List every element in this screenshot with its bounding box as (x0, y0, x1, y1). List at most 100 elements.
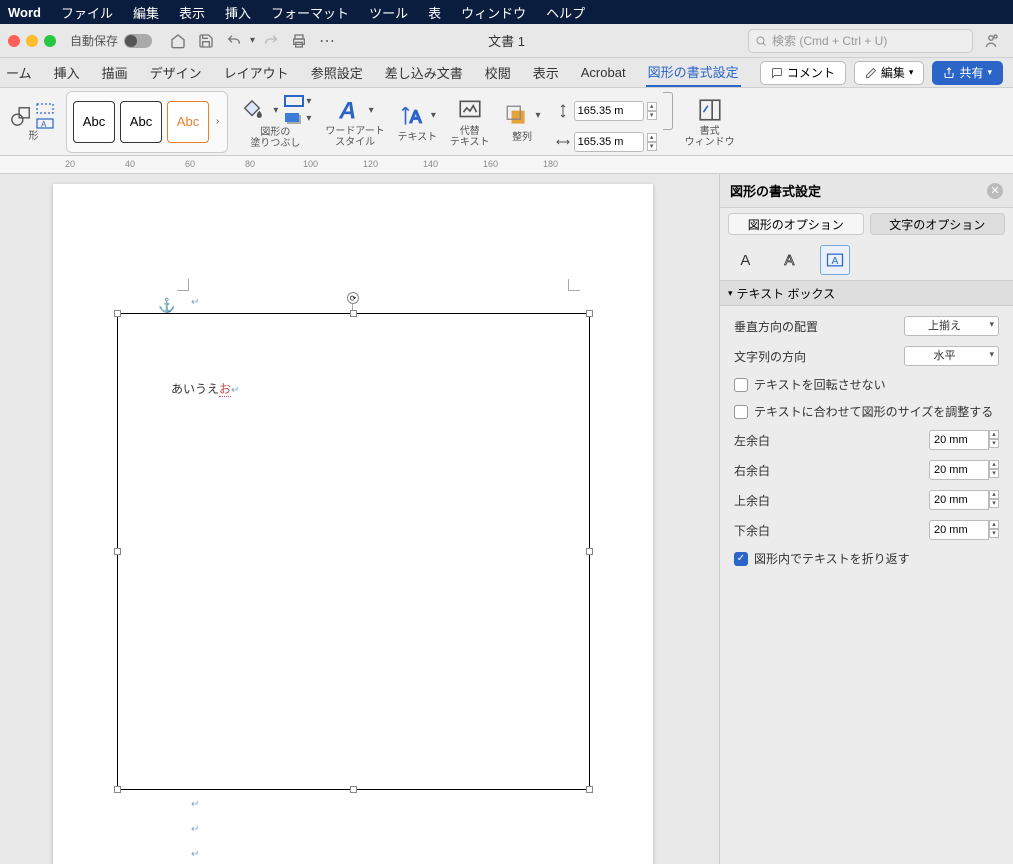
ml-up[interactable]: ▴ (989, 430, 999, 439)
resize-handle-bm[interactable] (350, 786, 357, 793)
resize-handle-ml[interactable] (114, 548, 121, 555)
more-icon[interactable]: ⋯ (318, 32, 336, 50)
menu-format[interactable]: フォーマット (271, 3, 349, 22)
size-lock[interactable] (663, 92, 673, 130)
pane-close-icon[interactable]: ✕ (987, 183, 1003, 199)
shapes-icon[interactable] (10, 102, 32, 130)
textbox-icon[interactable]: A (35, 117, 57, 130)
height-input[interactable] (574, 101, 644, 121)
share-button[interactable]: 共有▾ (932, 61, 1003, 85)
tab-layout[interactable]: レイアウト (222, 58, 291, 87)
comment-button[interactable]: コメント (760, 61, 846, 85)
fill-dropdown[interactable]: ▾ (271, 105, 280, 116)
resize-handle-tr[interactable] (586, 310, 593, 317)
tab-references[interactable]: 参照設定 (309, 58, 365, 87)
menu-file[interactable]: ファイル (61, 3, 113, 22)
preferences-icon[interactable] (982, 32, 1000, 50)
margin-right-input[interactable] (929, 460, 989, 480)
tab-shape-format[interactable]: 図形の書式設定 (646, 58, 741, 87)
mb-down[interactable]: ▾ (989, 529, 999, 538)
wordart-icon[interactable]: A (335, 95, 365, 125)
styles-more[interactable]: › (214, 116, 221, 127)
resize-handle-tm[interactable] (350, 310, 357, 317)
text-effects-icon[interactable]: A (776, 245, 806, 275)
menu-view[interactable]: 表示 (179, 3, 205, 22)
tab-review[interactable]: 校閲 (483, 58, 513, 87)
redo-icon[interactable] (262, 32, 280, 50)
wordart-dropdown[interactable]: ▾ (367, 105, 376, 116)
print-icon[interactable] (290, 32, 308, 50)
style-preset-3[interactable]: Abc (167, 101, 209, 143)
alttext-icon[interactable] (455, 95, 485, 125)
menu-window[interactable]: ウィンドウ (461, 3, 526, 22)
resize-handle-br[interactable] (586, 786, 593, 793)
resize-handle-mr[interactable] (586, 548, 593, 555)
document-canvas[interactable]: ⚓ ↵ ⟳ あいうえお↵ ↵ ↵ ↵ (0, 174, 719, 864)
rotation-handle[interactable]: ⟳ (347, 292, 359, 304)
effects-dropdown[interactable]: ▾ (304, 113, 313, 124)
tab-acrobat[interactable]: Acrobat (579, 58, 628, 87)
tab-insert[interactable]: 挿入 (52, 58, 82, 87)
mt-up[interactable]: ▴ (989, 490, 999, 499)
tab-draw[interactable]: 描画 (100, 58, 130, 87)
outline-icon[interactable] (284, 95, 304, 109)
menu-edit[interactable]: 編集 (133, 3, 159, 22)
edit-shape-icon[interactable] (35, 102, 57, 115)
width-input[interactable] (574, 132, 644, 152)
autosave-toggle[interactable] (124, 34, 152, 48)
undo-icon[interactable] (225, 32, 243, 50)
arrange-icon[interactable] (502, 101, 532, 131)
text-direction-select[interactable]: 水平 (904, 346, 999, 366)
resize-handle-tl[interactable] (114, 310, 121, 317)
mr-down[interactable]: ▾ (989, 469, 999, 478)
arrange-dropdown[interactable]: ▾ (534, 110, 543, 121)
valign-select[interactable]: 上揃え (904, 316, 999, 336)
format-pane-icon[interactable] (695, 95, 725, 125)
menu-help[interactable]: ヘルプ (546, 3, 585, 22)
no-rotate-checkbox[interactable] (734, 378, 748, 392)
fill-icon[interactable] (237, 95, 267, 125)
tab-mailings[interactable]: 差し込み文書 (383, 58, 465, 87)
margin-left-input[interactable] (929, 430, 989, 450)
save-icon[interactable] (197, 32, 215, 50)
wrap-text-checkbox[interactable]: ✓ (734, 552, 748, 566)
menu-table[interactable]: 表 (428, 3, 441, 22)
margin-top-input[interactable] (929, 490, 989, 510)
shape-text-content[interactable]: あいうえお↵ (171, 380, 239, 397)
width-down[interactable]: ▾ (647, 142, 657, 151)
close-window[interactable] (8, 35, 20, 47)
style-preset-2[interactable]: Abc (120, 101, 162, 143)
maximize-window[interactable] (44, 35, 56, 47)
text-box-shape[interactable]: あいうえお↵ (117, 313, 590, 790)
style-preset-1[interactable]: Abc (73, 101, 115, 143)
textbox-options-icon[interactable]: A (820, 245, 850, 275)
tab-shape-options[interactable]: 図形のオプション (728, 213, 864, 235)
mt-down[interactable]: ▾ (989, 499, 999, 508)
autofit-checkbox[interactable] (734, 405, 748, 419)
edit-button[interactable]: 編集▾ (854, 61, 925, 85)
text-fill-icon[interactable]: A (732, 245, 762, 275)
menu-insert[interactable]: 挿入 (225, 3, 251, 22)
section-textbox[interactable]: ▾テキスト ボックス (720, 280, 1013, 306)
tab-home[interactable]: ーム (4, 58, 34, 87)
mb-up[interactable]: ▴ (989, 520, 999, 529)
outline-dropdown[interactable]: ▾ (304, 96, 313, 107)
search-input[interactable]: 検索 (Cmd + Ctrl + U) (748, 29, 973, 53)
ml-down[interactable]: ▾ (989, 439, 999, 448)
text-direction-icon[interactable]: A (397, 101, 427, 131)
tab-text-options[interactable]: 文字のオプション (870, 213, 1006, 235)
mr-up[interactable]: ▴ (989, 460, 999, 469)
width-up[interactable]: ▴ (647, 133, 657, 142)
effects-icon[interactable] (284, 112, 304, 126)
menu-tools[interactable]: ツール (369, 3, 408, 22)
tab-view[interactable]: 表示 (531, 58, 561, 87)
minimize-window[interactable] (26, 35, 38, 47)
undo-dropdown[interactable]: ▾ (248, 35, 257, 46)
height-down[interactable]: ▾ (647, 111, 657, 120)
text-dropdown[interactable]: ▾ (429, 110, 438, 121)
resize-handle-bl[interactable] (114, 786, 121, 793)
margin-bottom-input[interactable] (929, 520, 989, 540)
height-up[interactable]: ▴ (647, 102, 657, 111)
home-icon[interactable] (169, 32, 187, 50)
tab-design[interactable]: デザイン (148, 58, 204, 87)
